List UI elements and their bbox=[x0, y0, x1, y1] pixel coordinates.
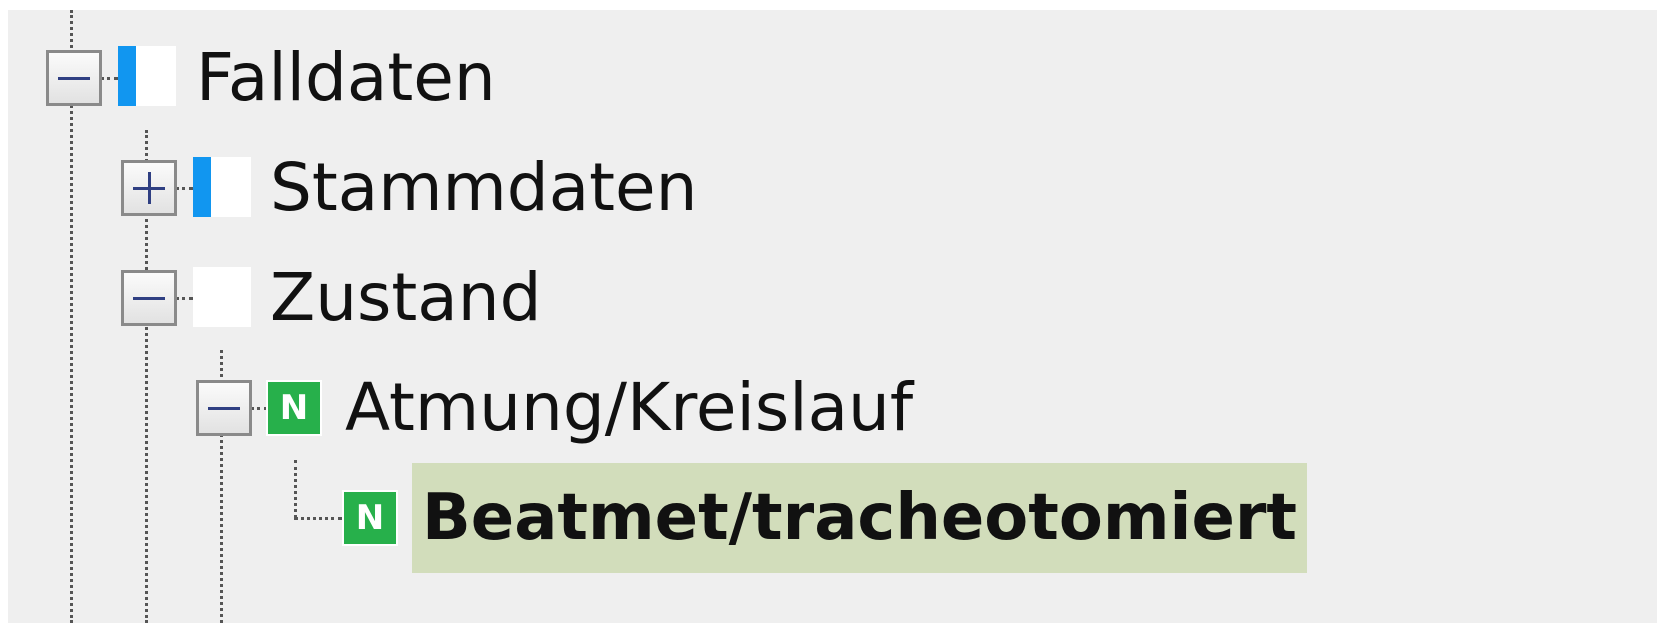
tree-connector-line bbox=[294, 517, 342, 520]
node-label[interactable]: Stammdaten bbox=[270, 133, 697, 243]
plus-icon bbox=[148, 172, 151, 204]
n-badge-icon: N bbox=[342, 490, 398, 546]
minus-icon bbox=[133, 297, 165, 300]
collapse-toggle[interactable] bbox=[121, 270, 177, 326]
node-label[interactable]: Atmung/Kreislauf bbox=[345, 353, 913, 463]
minus-icon bbox=[58, 77, 90, 80]
collapse-toggle[interactable] bbox=[46, 50, 102, 106]
status-strip bbox=[193, 157, 211, 217]
tree-connector-line bbox=[175, 297, 193, 300]
minus-icon bbox=[208, 407, 240, 410]
blue-strip-status-icon bbox=[193, 157, 251, 217]
tree-connector-line bbox=[175, 187, 193, 190]
tree-view[interactable]: Falldaten Stammdaten Zustand N Atmung/Kr… bbox=[8, 10, 1657, 623]
blank-status-icon bbox=[193, 267, 251, 327]
tree-connector-line bbox=[100, 77, 118, 80]
blue-strip-status-icon bbox=[118, 46, 176, 106]
expand-toggle[interactable] bbox=[121, 160, 177, 216]
n-badge-icon: N bbox=[266, 380, 322, 436]
node-label[interactable]: Falldaten bbox=[196, 23, 496, 133]
node-label[interactable]: Zustand bbox=[270, 243, 541, 353]
status-strip bbox=[118, 46, 136, 106]
selected-node-label[interactable]: Beatmet/tracheotomiert bbox=[412, 463, 1307, 573]
collapse-toggle[interactable] bbox=[196, 380, 252, 436]
tree-connector-line bbox=[294, 460, 297, 518]
